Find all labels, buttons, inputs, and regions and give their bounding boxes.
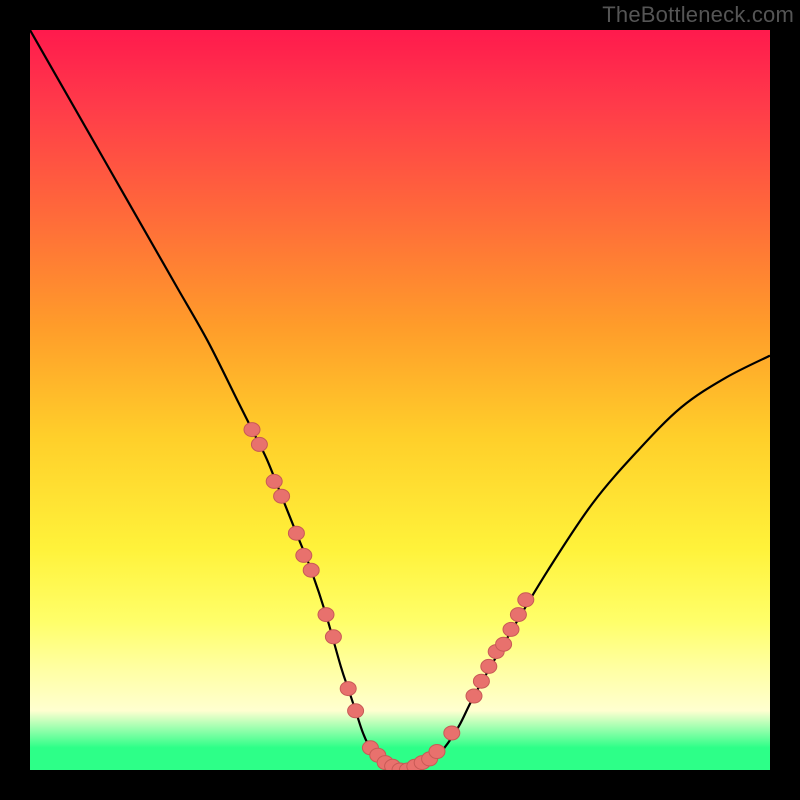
chart-gradient-background bbox=[30, 30, 770, 770]
chart-frame bbox=[30, 30, 770, 770]
watermark-text: TheBottleneck.com bbox=[602, 2, 794, 28]
